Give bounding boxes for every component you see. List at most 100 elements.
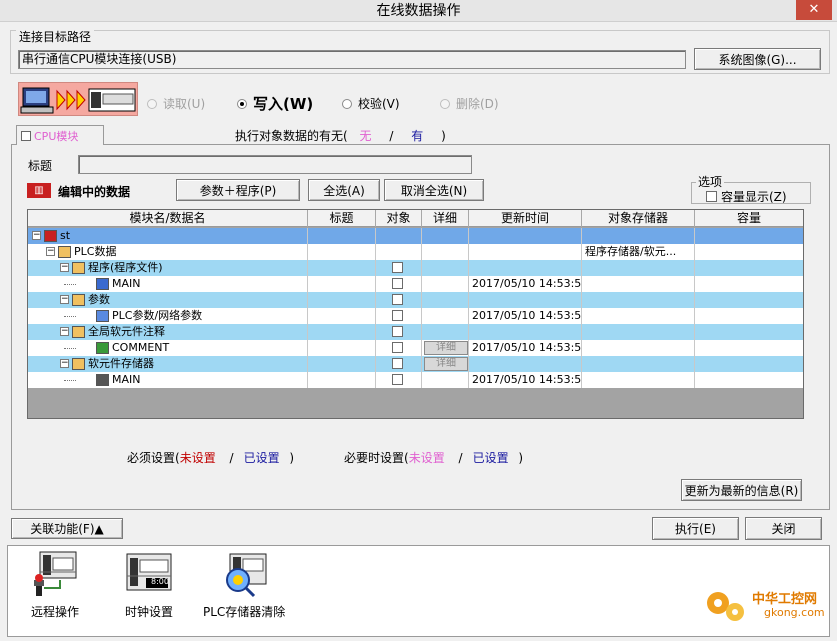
- verify-radio-dot: [342, 98, 352, 109]
- execute-button[interactable]: 执行(E): [652, 517, 739, 540]
- data-name-label: MAIN: [112, 373, 141, 386]
- clock-setting-label[interactable]: 时钟设置: [125, 603, 173, 620]
- write-label: 写入(W): [253, 95, 314, 113]
- title-input[interactable]: [78, 155, 472, 174]
- collapse-toggle[interactable]: −: [60, 327, 69, 336]
- parameter-folder-icon: [72, 294, 85, 306]
- deselect-all-button[interactable]: 取消全选(N): [384, 179, 484, 201]
- cell-capacity: [695, 356, 803, 372]
- cell-detail: 详细: [422, 356, 469, 372]
- cell-capacity: [695, 324, 803, 340]
- system-image-button[interactable]: 系统图像(G)...: [694, 48, 821, 70]
- collapse-toggle[interactable]: −: [60, 263, 69, 272]
- write-radio-dot: [237, 98, 247, 109]
- clock-setting-shortcut[interactable]: 8:00: [124, 550, 174, 601]
- watermark-url: gkong.com: [764, 606, 825, 619]
- table-row[interactable]: PLC参数/网络参数 2017/05/10 14:53:53: [28, 308, 803, 324]
- select-all-button[interactable]: 全选(A): [308, 179, 380, 201]
- table-row[interactable]: MAIN 2017/05/10 14:53:54: [28, 276, 803, 292]
- title-label: 标题: [28, 159, 53, 173]
- target-checkbox[interactable]: [392, 342, 403, 353]
- clock-display-text: 8:00: [151, 577, 169, 586]
- target-checkbox[interactable]: [392, 310, 403, 321]
- cell-title: [308, 308, 376, 324]
- cell-detail: 详细: [422, 340, 469, 356]
- read-radio[interactable]: 读取(U): [147, 95, 205, 112]
- optional-legend: 必要时设置(未设置 / 已设置 ): [344, 451, 524, 465]
- target-checkbox[interactable]: [392, 358, 403, 369]
- table-row[interactable]: − 全局软元件注释: [28, 324, 803, 340]
- folder-icon: [58, 246, 71, 258]
- capacity-display-check: [706, 191, 717, 202]
- remote-operation-shortcut[interactable]: [30, 550, 80, 601]
- target-checkbox[interactable]: [392, 326, 403, 337]
- collapse-toggle[interactable]: −: [46, 247, 55, 256]
- read-radio-dot: [147, 98, 157, 109]
- table-row[interactable]: − PLC数据 程序存储器/软元...: [28, 244, 803, 260]
- related-functions-button[interactable]: 关联功能(F)▲: [11, 518, 123, 539]
- write-radio[interactable]: 写入(W): [237, 93, 313, 114]
- column-header-target[interactable]: 对象: [376, 210, 422, 227]
- column-header-target-memory[interactable]: 对象存储器: [582, 210, 695, 227]
- cell-target-memory: [582, 228, 695, 244]
- tab-cpu-module-label: CPU模块: [34, 129, 79, 143]
- cell-target: [376, 308, 422, 324]
- update-time: 2017/05/10 14:53:54: [472, 277, 582, 290]
- target-checkbox[interactable]: [392, 278, 403, 289]
- delete-radio[interactable]: 删除(D): [440, 95, 499, 112]
- param-program-button[interactable]: 参数＋程序(P): [176, 179, 300, 201]
- close-button[interactable]: 关闭: [745, 517, 822, 540]
- column-header-capacity[interactable]: 容量: [695, 210, 803, 227]
- remote-operation-label[interactable]: 远程操作: [31, 603, 79, 620]
- column-header-detail[interactable]: 详细: [422, 210, 469, 227]
- table-row[interactable]: − 程序(程序文件): [28, 260, 803, 276]
- table-row[interactable]: MAIN 2017/05/10 14:53:54: [28, 372, 803, 388]
- update-time: [469, 325, 472, 338]
- cell-name: − 参数: [28, 292, 308, 308]
- detail-button[interactable]: 详细: [424, 341, 468, 355]
- update-time: [469, 229, 472, 242]
- cell-title: [308, 276, 376, 292]
- window-title: 在线数据操作: [376, 3, 461, 19]
- cell-name: MAIN: [28, 372, 308, 388]
- detail-button[interactable]: 详细: [424, 357, 468, 371]
- window-title-bar: 在线数据操作: [0, 0, 837, 22]
- target-memory: [582, 277, 585, 290]
- capacity-display-checkbox[interactable]: 容量显示(Z): [706, 188, 787, 205]
- cell-target-memory: [582, 276, 695, 292]
- table-row[interactable]: − 软元件存储器 详细: [28, 356, 803, 372]
- remote-operation-icon: [34, 551, 77, 596]
- cell-update-time: [469, 356, 582, 372]
- tab-cpu-module[interactable]: CPU模块: [16, 125, 104, 145]
- table-row[interactable]: − st: [28, 228, 803, 244]
- cell-target: [376, 324, 422, 340]
- cell-target-memory: [582, 356, 695, 372]
- table-row[interactable]: − 参数: [28, 292, 803, 308]
- update-time: [469, 357, 472, 370]
- refresh-info-button[interactable]: 更新为最新的信息(R): [681, 479, 802, 501]
- verify-radio[interactable]: 校验(V): [342, 95, 400, 112]
- table-row[interactable]: COMMENT 详细 2017/05/10 14:53:54: [28, 340, 803, 356]
- data-name-label: COMMENT: [112, 341, 170, 354]
- collapse-toggle[interactable]: −: [60, 295, 69, 304]
- cell-target: [376, 372, 422, 388]
- plc-memory-clear-shortcut[interactable]: [220, 550, 270, 601]
- cell-update-time: [469, 324, 582, 340]
- optional-set: 已设置: [472, 451, 509, 465]
- target-checkbox[interactable]: [392, 374, 403, 385]
- column-header-update-time[interactable]: 更新时间: [469, 210, 582, 227]
- cell-detail: [422, 372, 469, 388]
- target-checkbox[interactable]: [392, 262, 403, 273]
- column-header-name[interactable]: 模块名/数据名: [28, 210, 308, 227]
- cell-title: [308, 356, 376, 372]
- cell-target: [376, 244, 422, 260]
- required-legend: 必须设置(未设置 / 已设置 ): [127, 451, 295, 465]
- window-close-button[interactable]: ✕: [796, 0, 832, 20]
- target-checkbox[interactable]: [392, 294, 403, 305]
- column-header-title[interactable]: 标题: [308, 210, 376, 227]
- cell-capacity: [695, 292, 803, 308]
- cell-detail: [422, 260, 469, 276]
- plc-memory-clear-label[interactable]: PLC存储器清除: [203, 603, 285, 620]
- collapse-toggle[interactable]: −: [60, 359, 69, 368]
- collapse-toggle[interactable]: −: [32, 231, 41, 240]
